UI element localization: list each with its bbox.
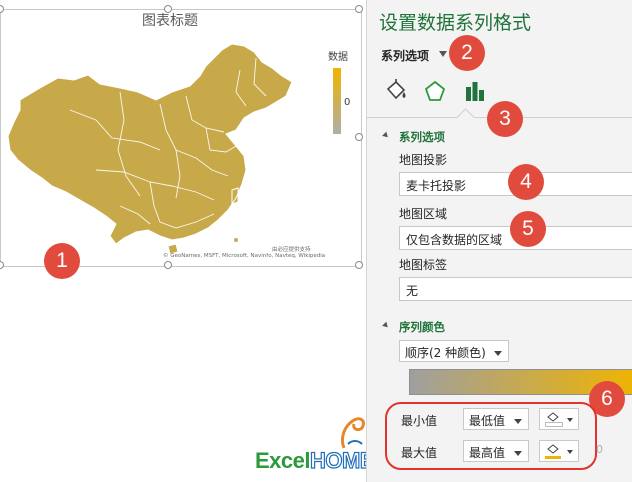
- color-scheme-select[interactable]: 顺序(2 种颜色): [399, 340, 509, 362]
- legend-color-scale: [333, 68, 341, 134]
- highlight-ring: [385, 402, 597, 470]
- excelhome-logo: ExcelHOME: [255, 447, 375, 474]
- section-series-color[interactable]: 序列颜色: [399, 319, 445, 335]
- chart-area[interactable]: 图表标题 数据 0 由必应提供支持 © GeoNames, MSFT, Micr…: [0, 0, 375, 482]
- map-projection-value: 麦卡托投影: [406, 179, 467, 193]
- callout-badge-5: 5: [510, 211, 546, 247]
- paint-bucket-icon[interactable]: [384, 79, 408, 103]
- logo-excel-text: Excel: [255, 448, 311, 473]
- map-credit-bing: 由必应提供支持: [272, 247, 311, 253]
- tab-indicator: [456, 108, 475, 127]
- callout-badge-2: 2: [449, 35, 485, 71]
- callout-badge-1: 1: [44, 243, 80, 279]
- china-map-shape[interactable]: [0, 0, 366, 270]
- section-series-options[interactable]: 系列选项: [399, 129, 445, 145]
- legend-value: 0: [344, 97, 351, 108]
- logo-home-text: HOME: [309, 447, 375, 473]
- collapse-caret-icon[interactable]: [382, 321, 390, 330]
- map-projection-label: 地图投影: [399, 153, 448, 167]
- map-credit-sources: © GeoNames, MSFT, Microsoft, Navinfo, Na…: [163, 253, 326, 259]
- excelhome-swirl-icon: [340, 417, 365, 449]
- map-area-value: 仅包含数据的区域: [406, 233, 503, 247]
- map-labels-label: 地图标签: [399, 258, 448, 272]
- legend-title: 数据: [328, 52, 348, 63]
- map-labels-value: 无: [406, 284, 419, 298]
- collapse-caret-icon[interactable]: [382, 131, 390, 140]
- map-area-label: 地图区域: [399, 207, 448, 221]
- faded-number: 0: [596, 443, 603, 456]
- chevron-down-icon: [494, 351, 502, 356]
- color-scheme-value: 顺序(2 种颜色): [405, 346, 486, 360]
- map-labels-select[interactable]: 无: [399, 277, 632, 301]
- pane-title: 设置数据系列格式: [379, 12, 532, 34]
- chevron-down-icon[interactable]: [439, 51, 447, 57]
- pentagon-icon[interactable]: [423, 79, 447, 103]
- series-options-dropdown[interactable]: 系列选项: [381, 47, 429, 64]
- bar-chart-icon[interactable]: [463, 79, 487, 103]
- callout-badge-3: 3: [487, 101, 523, 137]
- callout-badge-4: 4: [508, 164, 544, 200]
